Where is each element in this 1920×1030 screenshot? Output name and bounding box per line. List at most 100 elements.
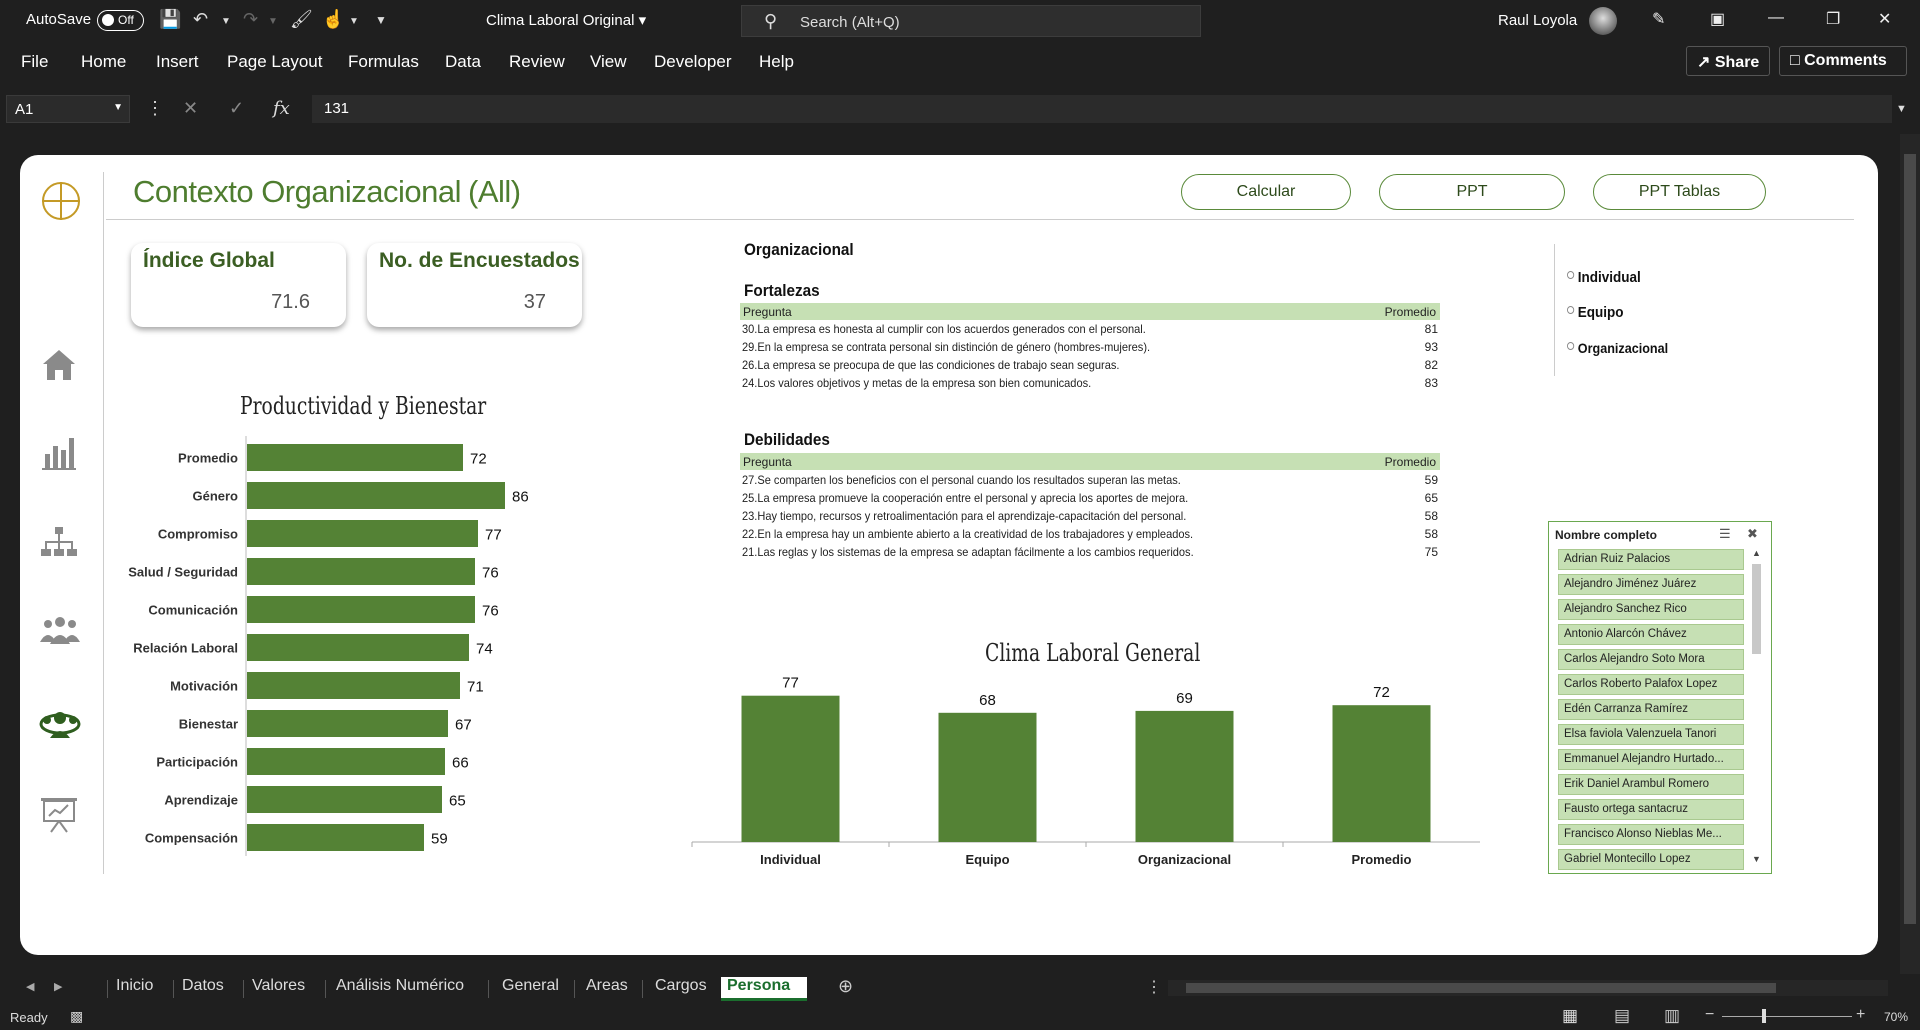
scroll-thumb[interactable] bbox=[1752, 564, 1761, 654]
slicer-item[interactable]: Francisco Alonso Nieblas Me... bbox=[1558, 824, 1744, 845]
enter-icon[interactable]: ✓ bbox=[229, 98, 244, 119]
more-options-icon[interactable]: ⋮ bbox=[1146, 977, 1162, 997]
share-button[interactable]: ↗ Share bbox=[1686, 46, 1770, 76]
menu-page-layout[interactable]: Page Layout bbox=[227, 52, 322, 72]
data-label: 76 bbox=[482, 603, 499, 620]
ppt-tablas-button[interactable]: PPT Tablas bbox=[1593, 174, 1766, 210]
radio-individual[interactable]: Individual bbox=[1567, 269, 1641, 286]
tab-inicio[interactable]: Inicio bbox=[110, 977, 159, 1001]
formula-input[interactable]: 131 bbox=[312, 95, 1892, 123]
zoom-level[interactable]: 70% bbox=[1884, 1010, 1908, 1024]
home-icon[interactable] bbox=[38, 346, 80, 384]
zoom-out-icon[interactable]: − bbox=[1705, 1006, 1714, 1024]
save-icon[interactable]: 💾 bbox=[159, 9, 181, 30]
add-sheet-icon[interactable]: ⊕ bbox=[838, 976, 853, 997]
slicer-item[interactable]: Gabriel Montecillo Lopez bbox=[1558, 849, 1744, 870]
slicer-nombre-completo: Nombre completo ☰ ✖ Adrian Ruiz Palacios… bbox=[1548, 521, 1772, 874]
zoom-in-icon[interactable]: + bbox=[1856, 1006, 1865, 1024]
zoom-slider-handle[interactable] bbox=[1762, 1009, 1766, 1023]
redo-dropdown-icon[interactable]: ▼ bbox=[268, 16, 278, 27]
radio-equipo[interactable]: Equipo bbox=[1567, 304, 1624, 321]
slicer-item[interactable]: Adrian Ruiz Palacios bbox=[1558, 549, 1744, 570]
expand-formula-icon[interactable]: ▼ bbox=[1896, 103, 1907, 115]
ribbon-display-icon[interactable]: ▣ bbox=[1710, 9, 1725, 29]
slicer-item[interactable]: Fausto ortega santacruz bbox=[1558, 799, 1744, 820]
ppt-button[interactable]: PPT bbox=[1379, 174, 1565, 210]
more-options-icon[interactable]: ⋮ bbox=[146, 98, 164, 119]
insert-function-icon[interactable]: fx bbox=[273, 98, 290, 119]
tab-scroll-left-icon[interactable]: ◀ bbox=[26, 980, 34, 993]
user-name[interactable]: Raul Loyola bbox=[1498, 12, 1577, 29]
search-box[interactable]: ⚲ Search (Alt+Q) bbox=[741, 5, 1201, 37]
slicer-item[interactable]: Antonio Alarcón Chávez bbox=[1558, 624, 1744, 645]
slicer-item[interactable]: Erik Daniel Arambul Romero bbox=[1558, 774, 1744, 795]
menu-review[interactable]: Review bbox=[509, 52, 565, 72]
minimize-icon[interactable]: — bbox=[1768, 9, 1784, 27]
restore-icon[interactable]: ❐ bbox=[1826, 9, 1840, 29]
tab-scroll-right-icon[interactable]: ▶ bbox=[54, 980, 62, 993]
scroll-thumb[interactable] bbox=[1186, 983, 1776, 993]
vertical-scrollbar[interactable] bbox=[1900, 134, 1920, 974]
radio-organizacional[interactable]: Organizacional bbox=[1567, 340, 1668, 356]
close-icon[interactable]: ✕ bbox=[1878, 9, 1891, 29]
avatar[interactable] bbox=[1589, 7, 1617, 35]
comments-button[interactable]: □ Comments bbox=[1779, 46, 1907, 76]
tab-persona[interactable]: Persona bbox=[721, 977, 807, 1001]
touch-dropdown-icon[interactable]: ▼ bbox=[349, 16, 359, 27]
org-chart-icon[interactable] bbox=[38, 525, 80, 563]
presentation-icon[interactable] bbox=[38, 794, 80, 833]
horizontal-scrollbar[interactable] bbox=[1168, 980, 1888, 996]
tab-valores[interactable]: Valores bbox=[246, 977, 311, 1001]
kpi-encuestados: No. de Encuestados 37 bbox=[367, 243, 582, 327]
normal-view-icon[interactable]: ▦ bbox=[1562, 1006, 1578, 1026]
pen-icon[interactable]: ✎ bbox=[1652, 9, 1665, 29]
format-painter-icon[interactable]: 🖌 bbox=[290, 9, 313, 30]
slicer-item[interactable]: Alejandro Jiménez Juárez bbox=[1558, 574, 1744, 595]
tab-datos[interactable]: Datos bbox=[176, 977, 230, 1001]
page-break-view-icon[interactable]: ▥ bbox=[1664, 1006, 1680, 1026]
touch-mode-icon[interactable]: ☝ bbox=[322, 9, 344, 30]
menu-data[interactable]: Data bbox=[445, 52, 481, 72]
zoom-slider[interactable] bbox=[1722, 1016, 1852, 1017]
tab-cargos[interactable]: Cargos bbox=[649, 977, 713, 1001]
multi-select-icon[interactable]: ☰ bbox=[1719, 526, 1731, 542]
bar bbox=[247, 558, 475, 585]
group-icon[interactable] bbox=[38, 614, 80, 652]
slicer-item[interactable]: Elsa faviola Valenzuela Tanori bbox=[1558, 724, 1744, 745]
calcular-button[interactable]: Calcular bbox=[1181, 174, 1351, 210]
row-value: 93 bbox=[1424, 340, 1438, 354]
cancel-icon[interactable]: ✕ bbox=[183, 98, 198, 119]
undo-dropdown-icon[interactable]: ▼ bbox=[221, 16, 231, 27]
redo-icon[interactable]: ↷ bbox=[243, 9, 258, 30]
scroll-down-icon[interactable]: ▼ bbox=[1752, 854, 1761, 864]
tab-general[interactable]: General bbox=[496, 977, 565, 1001]
menu-view[interactable]: View bbox=[590, 52, 627, 72]
bar-chart-icon[interactable] bbox=[38, 434, 80, 472]
menu-developer[interactable]: Developer bbox=[654, 52, 732, 72]
customize-qat-icon[interactable]: ▼ bbox=[375, 13, 387, 27]
slicer-item[interactable]: Emmanuel Alejandro Hurtado... bbox=[1558, 749, 1744, 770]
autosave-toggle[interactable]: Off bbox=[97, 10, 144, 31]
page-layout-view-icon[interactable]: ▤ bbox=[1614, 1006, 1630, 1026]
tab-analisis-numerico[interactable]: Análisis Numérico bbox=[330, 977, 470, 1001]
slicer-scrollbar[interactable]: ▲ ▼ bbox=[1749, 548, 1765, 870]
name-box[interactable]: A1 ▼ bbox=[6, 95, 130, 123]
menu-file[interactable]: File bbox=[21, 52, 48, 72]
clear-filter-icon[interactable]: ✖ bbox=[1747, 526, 1758, 542]
menu-insert[interactable]: Insert bbox=[156, 52, 199, 72]
team-icon[interactable] bbox=[38, 706, 81, 744]
menu-formulas[interactable]: Formulas bbox=[348, 52, 419, 72]
undo-icon[interactable]: ↶ bbox=[193, 9, 208, 30]
document-title[interactable]: Clima Laboral Original ▾ bbox=[486, 11, 646, 29]
formula-bar: A1 ▼ ⋮ ✕ ✓ fx 131 ▼ bbox=[0, 90, 1920, 128]
scroll-thumb[interactable] bbox=[1904, 154, 1916, 924]
slicer-item[interactable]: Carlos Roberto Palafox Lopez bbox=[1558, 674, 1744, 695]
macro-record-icon[interactable]: ▩ bbox=[70, 1008, 83, 1025]
menu-help[interactable]: Help bbox=[759, 52, 794, 72]
scroll-up-icon[interactable]: ▲ bbox=[1752, 548, 1761, 558]
slicer-item[interactable]: Edén Carranza Ramírez bbox=[1558, 699, 1744, 720]
slicer-item[interactable]: Alejandro Sanchez Rico bbox=[1558, 599, 1744, 620]
tab-areas[interactable]: Areas bbox=[580, 977, 634, 1001]
menu-home[interactable]: Home bbox=[81, 52, 126, 72]
slicer-item[interactable]: Carlos Alejandro Soto Mora bbox=[1558, 649, 1744, 670]
